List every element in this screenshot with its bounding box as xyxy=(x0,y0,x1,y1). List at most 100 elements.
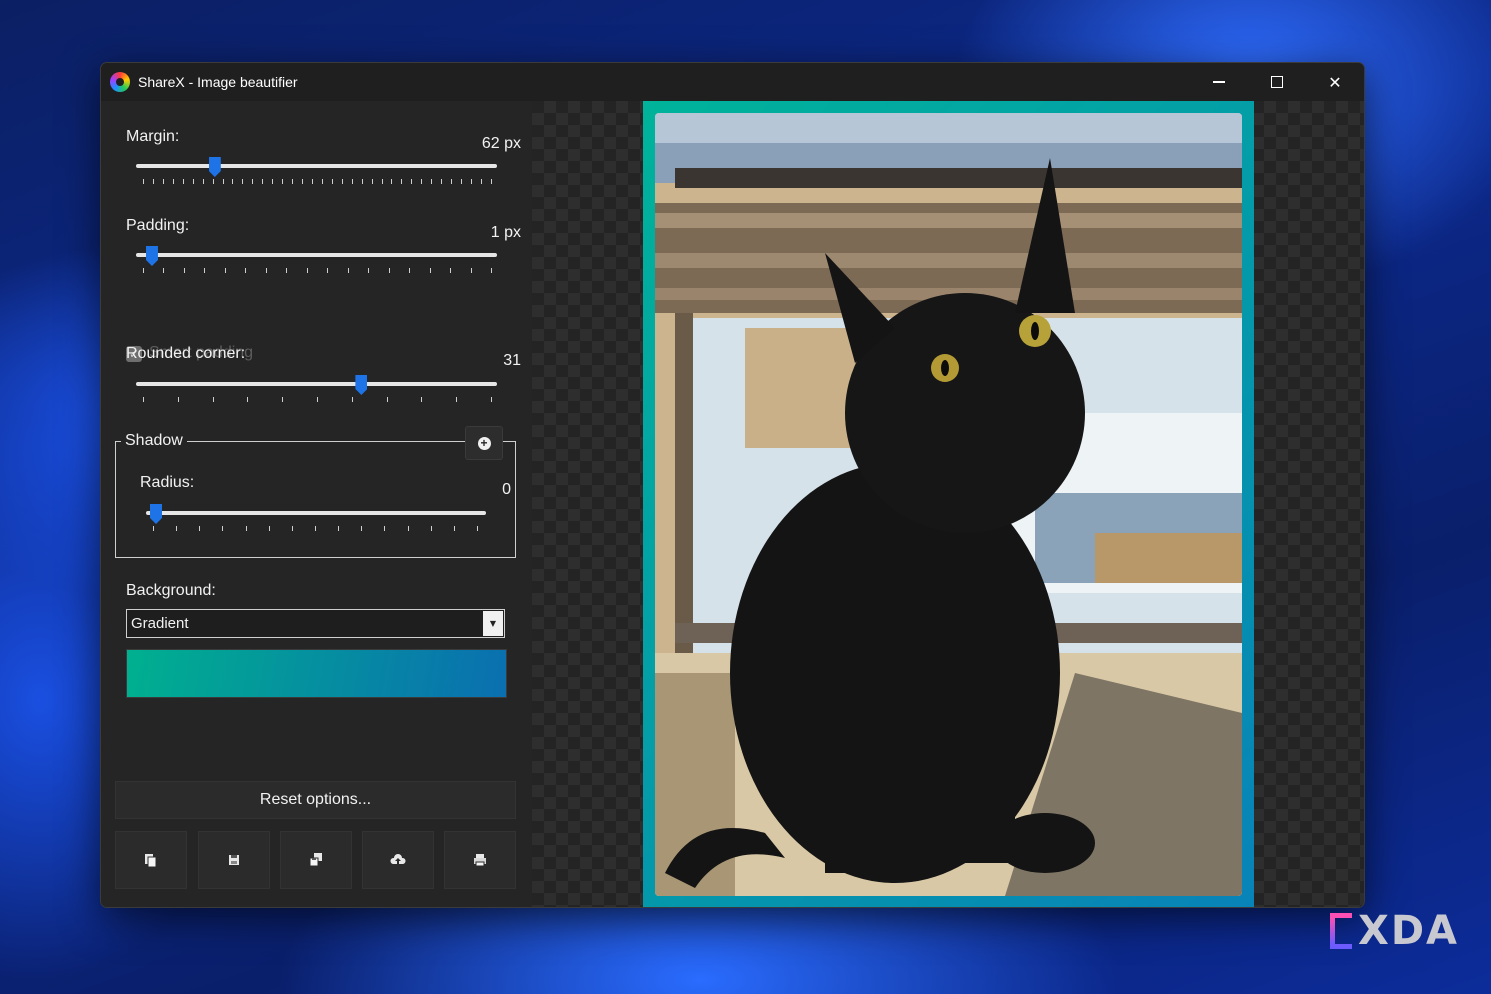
cat-photo xyxy=(655,113,1242,896)
maximize-button[interactable] xyxy=(1248,63,1306,101)
sharex-logo-icon xyxy=(110,72,130,92)
slider-tick xyxy=(202,179,204,184)
slider-tick xyxy=(222,179,224,184)
slider-tick xyxy=(204,268,206,273)
slider-tick xyxy=(292,179,294,184)
close-icon: ✕ xyxy=(1328,72,1342,92)
rounded-corner-slider-thumb[interactable] xyxy=(355,375,368,395)
background-type-select[interactable]: Gradient ▼ xyxy=(126,609,505,638)
plus-circle-icon: + xyxy=(477,436,491,450)
padding-value: 1 px xyxy=(490,224,521,241)
slider-tick xyxy=(282,179,284,184)
slider-tick xyxy=(232,179,234,184)
slider-tick xyxy=(183,268,185,273)
slider-tick xyxy=(401,179,403,184)
slider-tick xyxy=(247,397,249,402)
slider-tick xyxy=(407,526,409,531)
add-shadow-button[interactable]: + xyxy=(465,426,503,460)
slider-tick xyxy=(361,179,363,184)
slider-tick xyxy=(242,179,244,184)
slider-tick xyxy=(268,526,270,531)
slider-tick xyxy=(143,268,144,273)
slider-tick xyxy=(409,268,411,273)
slider-tick xyxy=(321,179,323,184)
padding-slider-thumb[interactable] xyxy=(145,246,158,266)
image-preview-area xyxy=(532,101,1364,907)
margin-slider-thumb[interactable] xyxy=(208,157,221,177)
slider-tick xyxy=(388,268,390,273)
slider-tick xyxy=(224,268,226,273)
slider-tick xyxy=(291,526,293,531)
slider-tick xyxy=(431,179,433,184)
slider-tick xyxy=(176,526,178,531)
margin-label: Margin: xyxy=(126,128,180,145)
save-as-icon xyxy=(309,853,322,867)
rounded-corner-slider-track[interactable] xyxy=(136,382,497,386)
slider-tick xyxy=(245,268,247,273)
margin-value: 62 px xyxy=(481,135,521,152)
options-panel: Margin: 62 px Padding: 1 px ✓ Smart padd… xyxy=(101,101,532,907)
slider-tick xyxy=(331,179,333,184)
save-as-button[interactable] xyxy=(280,831,352,889)
slider-tick xyxy=(272,179,274,184)
save-button[interactable] xyxy=(198,831,270,889)
xda-watermark: XDA xyxy=(1330,908,1459,954)
slider-tick xyxy=(476,526,478,531)
slider-tick xyxy=(314,526,316,531)
shadow-radius-slider-ticks xyxy=(153,526,478,531)
slider-tick xyxy=(143,179,144,184)
rounded-corner-value: 31 xyxy=(503,352,521,369)
background-gradient-swatch[interactable] xyxy=(126,649,507,698)
print-icon xyxy=(474,854,486,867)
slider-tick xyxy=(262,179,264,184)
slider-tick xyxy=(381,179,383,184)
slider-tick xyxy=(351,397,353,402)
slider-tick xyxy=(182,179,184,184)
slider-tick xyxy=(306,268,308,273)
close-button[interactable]: ✕ xyxy=(1306,63,1364,101)
slider-tick xyxy=(411,179,413,184)
slider-tick xyxy=(371,179,373,184)
slider-tick xyxy=(386,397,388,402)
slider-tick xyxy=(265,268,267,273)
margin-slider-track[interactable] xyxy=(136,164,497,168)
upload-button[interactable] xyxy=(362,831,434,889)
shadow-radius-value: 0 xyxy=(502,481,511,498)
shadow-group-title: Shadow xyxy=(121,432,187,450)
shadow-groupbox xyxy=(115,441,516,558)
print-button[interactable] xyxy=(444,831,516,889)
slider-tick xyxy=(252,179,254,184)
slider-tick xyxy=(143,397,144,402)
slider-tick xyxy=(470,268,472,273)
slider-tick xyxy=(327,268,329,273)
padding-label: Padding: xyxy=(126,217,190,234)
slider-tick xyxy=(421,179,423,184)
slider-tick xyxy=(152,179,154,184)
slider-tick xyxy=(490,179,492,184)
title-bar[interactable]: ShareX - Image beautifier ✕ xyxy=(101,63,1364,101)
dropdown-arrow-icon[interactable]: ▼ xyxy=(483,611,503,636)
slider-tick xyxy=(341,179,343,184)
slider-tick xyxy=(470,179,472,184)
upload-cloud-icon xyxy=(390,854,406,864)
slider-tick xyxy=(451,179,453,184)
slider-tick xyxy=(490,397,492,402)
slider-tick xyxy=(351,179,353,184)
slider-tick xyxy=(429,268,431,273)
background-type-value: Gradient xyxy=(131,615,189,632)
background-label: Background: xyxy=(126,582,216,599)
slider-tick xyxy=(302,179,303,184)
minimize-button[interactable] xyxy=(1190,63,1248,101)
shadow-radius-slider-track[interactable] xyxy=(146,511,486,515)
reset-options-button[interactable]: Reset options... xyxy=(115,781,516,819)
slider-tick xyxy=(338,526,340,531)
padding-slider-track[interactable] xyxy=(136,253,497,257)
slider-tick xyxy=(441,179,443,184)
copy-button[interactable] xyxy=(115,831,187,889)
slider-tick xyxy=(177,397,179,402)
slider-tick xyxy=(391,179,393,184)
slider-tick xyxy=(245,526,247,531)
window-title: ShareX - Image beautifier xyxy=(138,74,298,90)
padding-slider-ticks xyxy=(143,268,492,273)
slider-tick xyxy=(316,397,318,402)
